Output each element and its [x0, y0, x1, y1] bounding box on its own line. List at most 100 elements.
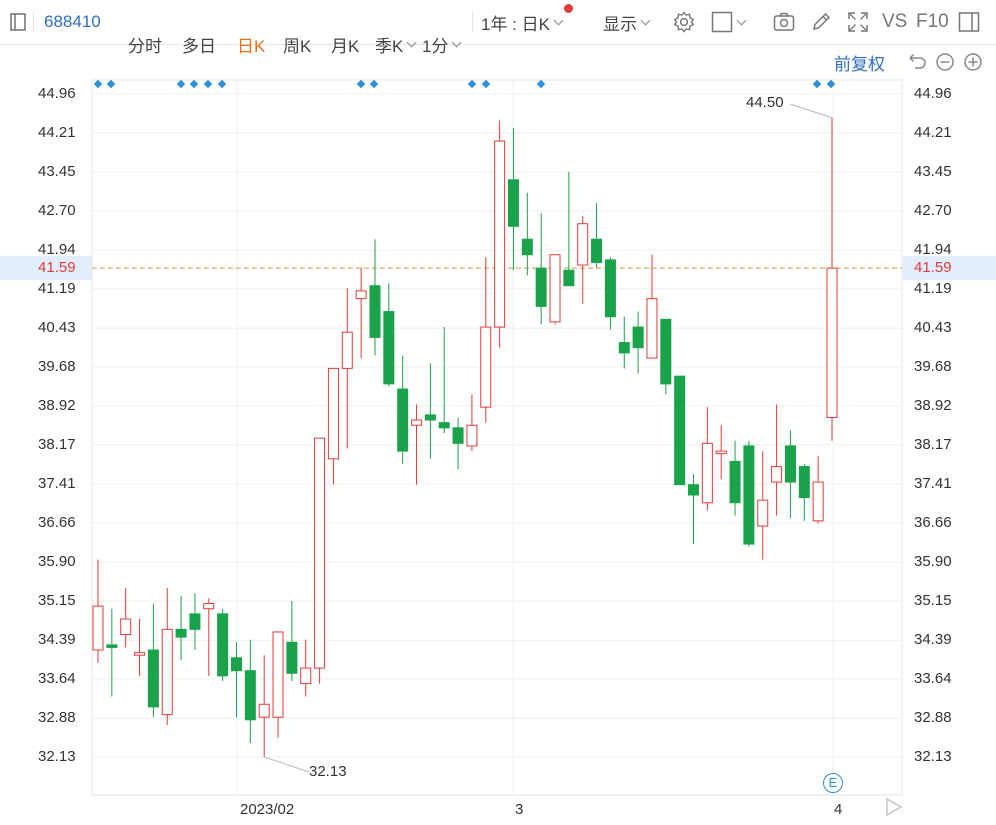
candle-body [826, 267, 838, 418]
stock-code[interactable]: 688410 [44, 0, 101, 44]
event-marker-icon [467, 79, 477, 89]
undo-icon[interactable] [907, 52, 927, 72]
y-tick-label-right: 35.15 [914, 591, 952, 609]
chevron-down-icon [736, 15, 747, 25]
tab-3[interactable]: 周K [283, 22, 311, 66]
candle-body [729, 460, 741, 504]
y-tick-label-right: 36.66 [914, 513, 952, 531]
event-marker-icon [481, 79, 491, 89]
candle-body [466, 424, 478, 447]
event-marker-icon [826, 79, 836, 89]
candle-body [300, 667, 312, 685]
y-tick-label-right: 41.19 [914, 279, 952, 297]
chevron-down-icon [553, 15, 564, 25]
y-tick-label-right: 33.64 [914, 669, 952, 687]
y-tick-label-left: 44.21 [38, 123, 76, 141]
adjust-mode-button[interactable]: 前复权 [834, 50, 885, 75]
y-tick-label-left: 41.19 [38, 279, 76, 297]
checkbox-icon[interactable] [711, 11, 733, 33]
y-tick-label-right: 35.90 [914, 553, 952, 571]
candlestick-chart[interactable] [0, 0, 996, 825]
tab-0[interactable]: 分时 [128, 22, 162, 66]
y-tick-label-right: 38.17 [914, 435, 952, 453]
candle-body [646, 298, 658, 359]
event-marker-icon [536, 79, 546, 89]
event-marker-icon [356, 79, 366, 89]
y-tick-label-left: 43.45 [38, 163, 76, 181]
candle-body [632, 326, 644, 349]
candle-body [563, 269, 575, 287]
candle-body [798, 466, 810, 499]
low-annotation-leader [264, 756, 310, 773]
candle-body [660, 318, 672, 385]
y-tick-label-left: 40.43 [38, 319, 76, 337]
toolbar-divider [472, 12, 473, 32]
zoom-in-icon[interactable] [963, 52, 983, 72]
event-marker-icon [176, 79, 186, 89]
camera-icon[interactable] [773, 11, 795, 33]
candle-body [771, 466, 783, 483]
sidebar-toggle-icon[interactable] [958, 11, 980, 33]
chevron-down-icon [406, 37, 417, 47]
zoom-out-icon[interactable] [935, 52, 955, 72]
tab-6[interactable]: 1分 [422, 22, 462, 66]
candle-body [438, 422, 450, 429]
candle-body [424, 414, 436, 421]
tab-2[interactable]: 日K [237, 22, 265, 66]
display-label: 显示 [603, 14, 637, 34]
vs-button[interactable]: VS [882, 0, 907, 44]
candle-body [355, 290, 367, 300]
y-tick-label-left: 34.39 [38, 631, 76, 649]
candle-body [327, 367, 339, 460]
candle-body [175, 628, 187, 638]
edit-icon[interactable] [810, 11, 832, 33]
candle-body [397, 388, 409, 452]
y-tick-label-left: 33.64 [38, 669, 76, 687]
candle-body [369, 285, 381, 338]
y-tick-label-left: 42.70 [38, 201, 76, 219]
f10-button[interactable]: F10 [916, 0, 949, 44]
candle-body [134, 652, 146, 656]
low-annotation: 32.13 [309, 763, 347, 780]
current-price-tag-right: 41.59 [903, 256, 996, 280]
range-select[interactable]: 1年 : 日K [481, 0, 564, 44]
candle-body [715, 450, 727, 455]
event-marker-icon [189, 79, 199, 89]
chevron-down-icon [452, 37, 462, 47]
event-marker-icon [93, 79, 103, 89]
candle-body [577, 223, 589, 266]
current-price-right: 41.59 [914, 259, 952, 276]
display-menu[interactable]: 显示 [603, 0, 651, 44]
range-label: 1年 : 日K [481, 14, 550, 34]
plot-frame [91, 79, 903, 796]
fullscreen-icon[interactable] [847, 11, 869, 33]
candle-body [604, 259, 616, 318]
event-badge[interactable]: E [823, 773, 843, 793]
y-tick-label-left: 38.17 [38, 435, 76, 453]
candle-body [411, 419, 423, 426]
y-tick-label-right: 40.43 [914, 319, 952, 337]
y-tick-label-left: 37.41 [38, 475, 76, 493]
candle-body [784, 445, 796, 483]
tab-label: 分时 [128, 36, 162, 56]
event-marker-icon [203, 79, 213, 89]
candle-body [674, 375, 686, 486]
candle-body [701, 442, 713, 504]
candle-body [591, 238, 603, 263]
x-label-feb: 2023/02 [240, 801, 295, 818]
y-tick-label-right: 38.92 [914, 397, 952, 415]
high-annotation-leader [789, 103, 833, 119]
candle-body [244, 670, 256, 721]
settings-icon[interactable] [673, 11, 695, 33]
candle-body [341, 331, 353, 369]
tab-1[interactable]: 多日 [182, 22, 216, 66]
y-tick-label-right: 44.96 [914, 85, 952, 102]
checkbox-dropdown[interactable] [711, 0, 747, 44]
sidebar-collapse-icon[interactable] [10, 0, 26, 44]
x-label-mar: 3 [515, 801, 524, 818]
candle-body [92, 605, 104, 651]
tab-5[interactable]: 季K [375, 22, 417, 66]
candle-body [272, 631, 284, 718]
candle-body [452, 427, 464, 444]
tab-4[interactable]: 月K [331, 22, 359, 66]
